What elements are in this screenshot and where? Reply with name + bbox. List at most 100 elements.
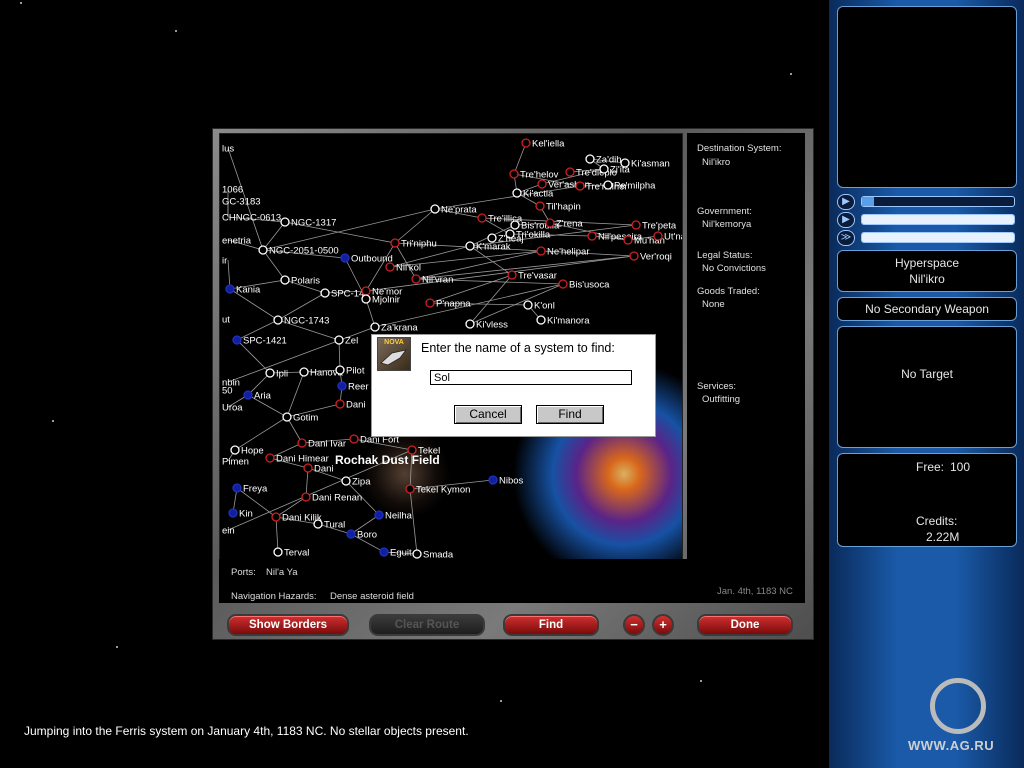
system-label[interactable]: Ki'vless (476, 320, 508, 331)
system-node[interactable] (535, 201, 545, 211)
system-label[interactable]: K'onl (534, 301, 555, 312)
system-label[interactable]: Boro (357, 530, 377, 541)
system-label[interactable]: Outbound (351, 254, 393, 265)
system-node[interactable] (653, 231, 663, 241)
system-node[interactable] (271, 512, 281, 522)
system-label[interactable]: Uroa (222, 403, 243, 414)
system-node[interactable] (425, 298, 435, 308)
system-label[interactable]: Freya (243, 484, 268, 495)
system-node[interactable] (565, 167, 575, 177)
system-label[interactable]: Z'rena (556, 219, 583, 230)
find-button[interactable]: Find (503, 614, 599, 636)
system-node[interactable] (631, 220, 641, 230)
system-node[interactable] (265, 368, 275, 378)
system-label[interactable]: Tri'niphu (401, 239, 437, 250)
system-node[interactable] (599, 164, 609, 174)
system-label[interactable]: Bis'usoca (569, 280, 610, 291)
system-label[interactable]: K'marak (476, 242, 511, 253)
system-label[interactable]: Mjolnir (372, 295, 400, 306)
system-label[interactable]: Zel (345, 336, 358, 347)
system-label[interactable]: Nibos (499, 476, 524, 487)
system-node[interactable] (575, 181, 585, 191)
system-node[interactable] (558, 279, 568, 289)
system-label[interactable]: Zipa (352, 477, 371, 488)
system-label[interactable]: 1066 (222, 185, 243, 196)
system-node[interactable] (228, 508, 238, 518)
system-label[interactable]: Aria (254, 391, 272, 402)
system-node[interactable] (299, 367, 309, 377)
system-node[interactable] (385, 262, 395, 272)
system-node[interactable] (430, 204, 440, 214)
system-node[interactable] (273, 547, 283, 557)
system-label[interactable]: Dani Renan (312, 493, 362, 504)
system-node[interactable] (349, 434, 359, 444)
system-node[interactable] (465, 319, 475, 329)
system-node[interactable] (280, 217, 290, 227)
system-label[interactable]: Tre'vasar (518, 271, 557, 282)
system-node[interactable] (629, 251, 639, 261)
system-label[interactable]: CHNGC-0613 (222, 213, 281, 224)
zoom-in-button[interactable]: + (652, 614, 674, 636)
system-label[interactable]: Dani Ivar (308, 439, 346, 450)
done-button[interactable]: Done (697, 614, 793, 636)
system-label[interactable]: Kin (239, 509, 253, 520)
system-node[interactable] (512, 188, 522, 198)
system-label[interactable]: Kania (236, 285, 261, 296)
system-node[interactable] (340, 253, 350, 263)
system-node[interactable] (230, 445, 240, 455)
system-label[interactable]: Til'hapin (546, 202, 581, 213)
system-node[interactable] (273, 315, 283, 325)
system-node[interactable] (412, 549, 422, 559)
system-node[interactable] (337, 381, 347, 391)
system-label[interactable]: P'napna (436, 299, 471, 310)
system-label[interactable]: Nil'vran (422, 275, 453, 286)
system-node[interactable] (303, 463, 313, 473)
system-label[interactable]: ir (222, 256, 227, 267)
system-node[interactable] (334, 335, 344, 345)
system-label[interactable]: Za'krana (381, 323, 418, 334)
system-label[interactable]: Kel'iella (532, 139, 565, 150)
system-label[interactable]: Tre'peta (642, 221, 677, 232)
system-label[interactable]: Tekel Kymon (416, 485, 470, 496)
system-node[interactable] (361, 286, 371, 296)
system-node[interactable] (335, 399, 345, 409)
dialog-find-button[interactable]: Find (536, 405, 604, 424)
system-label[interactable]: Pimen (222, 457, 249, 468)
system-node[interactable] (232, 335, 242, 345)
system-label[interactable]: Pe'milpha (614, 181, 656, 192)
system-label[interactable]: Pilot (346, 366, 365, 377)
system-node[interactable] (507, 270, 517, 280)
cancel-button[interactable]: Cancel (454, 405, 522, 424)
system-node[interactable] (370, 322, 380, 332)
system-label[interactable]: Hope (241, 446, 264, 457)
system-label[interactable]: Gotim (293, 413, 318, 424)
system-node[interactable] (313, 519, 323, 529)
system-label[interactable]: Ne'helipar (547, 247, 589, 258)
clear-route-button[interactable]: Clear Route (369, 614, 485, 636)
system-node[interactable] (509, 169, 519, 179)
system-label[interactable]: Ut'na (664, 232, 682, 243)
system-label[interactable]: NGC-1743 (284, 316, 329, 327)
system-node[interactable] (280, 275, 290, 285)
system-node[interactable] (320, 288, 330, 298)
system-label[interactable]: enetria (222, 236, 252, 247)
system-label[interactable]: 50 (222, 386, 233, 397)
system-node[interactable] (258, 245, 268, 255)
system-label[interactable]: NGC-2051-0500 (269, 246, 339, 257)
system-node[interactable] (405, 484, 415, 494)
system-node[interactable] (477, 213, 487, 223)
system-label[interactable]: Neilha (385, 511, 413, 522)
system-node[interactable] (243, 390, 253, 400)
system-label[interactable]: Ki'asman (631, 159, 670, 170)
system-label[interactable]: Terval (284, 548, 309, 559)
system-label[interactable]: NGC-1317 (291, 218, 336, 229)
system-label[interactable]: Ki'actia (523, 189, 554, 200)
system-node[interactable] (379, 547, 389, 557)
system-label[interactable]: Dani (314, 464, 334, 475)
system-label[interactable]: Ki'manora (547, 316, 590, 327)
system-label[interactable]: Ipli (276, 369, 288, 380)
system-node[interactable] (537, 179, 547, 189)
system-node[interactable] (510, 220, 520, 230)
system-node[interactable] (488, 475, 498, 485)
system-node[interactable] (265, 453, 275, 463)
